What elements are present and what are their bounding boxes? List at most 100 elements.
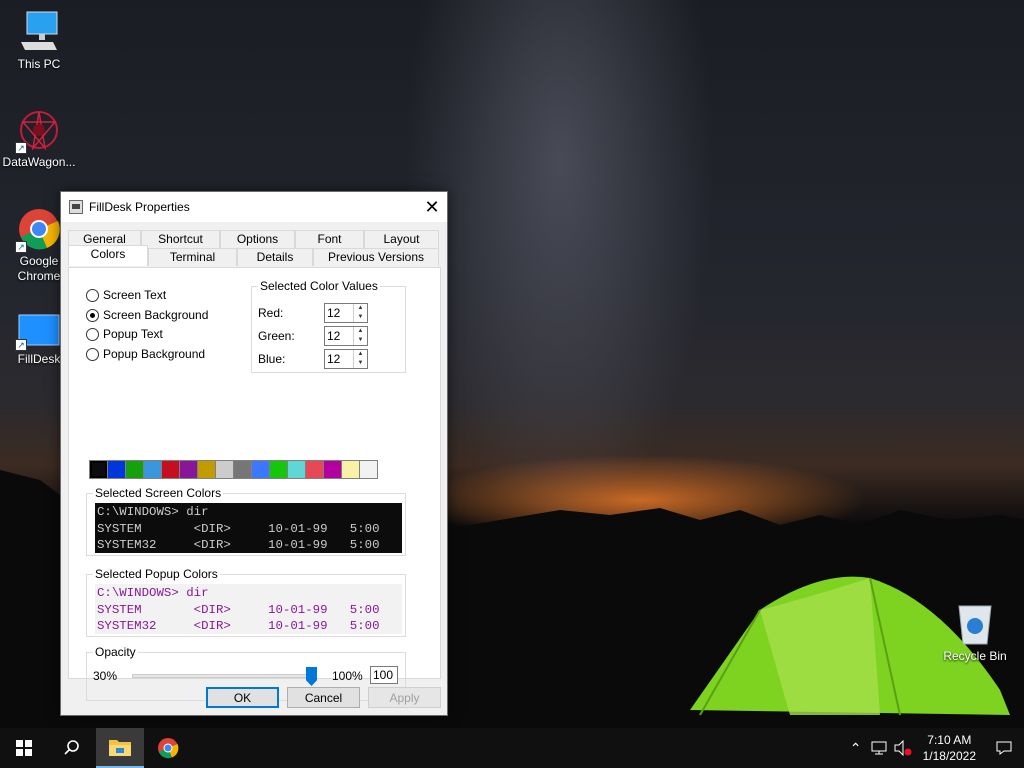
shortcut-arrow-icon: ↗ xyxy=(15,241,27,253)
radio-button[interactable] xyxy=(86,308,99,322)
cancel-button[interactable]: Cancel xyxy=(287,687,360,708)
green-input[interactable] xyxy=(325,327,353,345)
preview-line: SYSTEM <DIR> 10-01-99 5:00 xyxy=(97,521,380,536)
blue-row: Blue: ▲▼ xyxy=(258,349,368,369)
tab-shortcut[interactable]: Shortcut xyxy=(141,230,220,248)
search-button[interactable] xyxy=(48,728,96,768)
color-swatch[interactable] xyxy=(323,460,342,479)
color-swatch[interactable] xyxy=(233,460,252,479)
color-swatch[interactable] xyxy=(251,460,270,479)
opacity-max-label: 100% xyxy=(332,669,363,683)
radio-button[interactable] xyxy=(86,347,99,361)
red-label: Red: xyxy=(258,306,284,320)
tab-colors[interactable]: Colors xyxy=(68,245,148,266)
window-title: FillDesk Properties xyxy=(89,200,190,214)
preview-line: SYSTEM32 <DIR> 10-01-99 5:00 xyxy=(97,538,380,552)
search-icon xyxy=(64,740,79,755)
spin-down-icon[interactable]: ▼ xyxy=(354,313,367,322)
red-row: Red: ▲▼ xyxy=(258,303,368,323)
group-legend: Selected Popup Colors xyxy=(95,567,218,581)
tab-details[interactable]: Details xyxy=(237,248,313,266)
red-input[interactable] xyxy=(325,304,353,322)
opacity-value-input[interactable] xyxy=(370,666,398,684)
properties-window: FillDesk Properties ✕ General Shortcut O… xyxy=(60,191,448,716)
spin-down-icon[interactable]: ▼ xyxy=(354,359,367,368)
color-swatch[interactable] xyxy=(161,460,180,479)
radio-button[interactable] xyxy=(86,327,99,341)
close-icon[interactable]: ✕ xyxy=(417,192,447,222)
computer-icon xyxy=(17,10,61,54)
desktop-icon-datawagon[interactable]: ↗ DataWagon... xyxy=(0,108,78,169)
taskbar-file-explorer[interactable] xyxy=(96,728,144,768)
color-swatch[interactable] xyxy=(341,460,360,479)
color-swatch[interactable] xyxy=(107,460,126,479)
color-swatch[interactable] xyxy=(143,460,162,479)
shortcut-arrow-icon: ↗ xyxy=(15,142,27,154)
popup-colors-preview: C:\WINDOWS> dir SYSTEM <DIR> 10-01-99 5:0… xyxy=(95,584,402,634)
group-legend: Selected Screen Colors xyxy=(95,486,222,500)
color-swatch[interactable] xyxy=(197,460,216,479)
spin-up-icon[interactable]: ▲ xyxy=(354,350,367,359)
taskbar: ⌃ 7:10 AM 1/18/2022 xyxy=(0,728,1024,768)
radio-screen-text[interactable]: Screen Text xyxy=(86,288,166,302)
group-legend: Opacity xyxy=(95,645,136,659)
recycle-bin-icon xyxy=(955,602,995,646)
blue-input[interactable] xyxy=(325,350,353,368)
tab-layout[interactable]: Layout xyxy=(364,230,439,248)
notifications-icon[interactable] xyxy=(984,740,1024,756)
green-label: Green: xyxy=(258,329,295,343)
chrome-icon: ↗ xyxy=(15,207,61,253)
colors-tab-panel: Screen Text Screen Background Popup Text… xyxy=(68,267,441,701)
opacity-slider-thumb[interactable] xyxy=(306,667,317,686)
green-row: Green: ▲▼ xyxy=(258,326,368,346)
apply-button[interactable]: Apply xyxy=(368,687,441,708)
blue-label: Blue: xyxy=(258,352,286,366)
color-swatch[interactable] xyxy=(215,460,234,479)
clock-date: 1/18/2022 xyxy=(922,749,976,763)
desktop-icon-label: Recycle Bin xyxy=(943,649,1007,663)
tab-options[interactable]: Options xyxy=(220,230,295,248)
window-titlebar[interactable]: FillDesk Properties ✕ xyxy=(61,192,447,222)
opacity-slider-track[interactable] xyxy=(132,674,317,678)
green-spinner[interactable]: ▲▼ xyxy=(324,326,368,346)
screen-colors-preview: C:\WINDOWS> dir SYSTEM <DIR> 10-01-99 5:0… xyxy=(95,503,402,553)
color-swatch[interactable] xyxy=(305,460,324,479)
blue-spinner[interactable]: ▲▼ xyxy=(324,349,368,369)
tab-terminal[interactable]: Terminal xyxy=(148,248,237,266)
desktop-icon-this-pc[interactable]: This PC xyxy=(0,10,78,71)
windows-logo-icon xyxy=(16,740,32,756)
color-swatch[interactable] xyxy=(89,460,108,479)
radio-screen-background[interactable]: Screen Background xyxy=(86,308,208,322)
radio-popup-background[interactable]: Popup Background xyxy=(86,347,205,361)
color-swatch[interactable] xyxy=(269,460,288,479)
chrome-icon xyxy=(158,738,179,759)
radio-label: Popup Text xyxy=(103,327,163,341)
ok-button[interactable]: OK xyxy=(206,687,279,708)
spin-up-icon[interactable]: ▲ xyxy=(354,304,367,313)
spin-down-icon[interactable]: ▼ xyxy=(354,336,367,345)
chevron-up-icon[interactable]: ⌃ xyxy=(845,740,867,757)
start-button[interactable] xyxy=(0,728,48,768)
desktop-icon-recycle-bin[interactable]: Recycle Bin xyxy=(936,602,1014,663)
clock-time: 7:10 AM xyxy=(927,733,972,747)
volume-muted-icon[interactable] xyxy=(891,740,915,756)
shortcut-arrow-icon: ↗ xyxy=(15,339,27,351)
selected-screen-colors-group: Selected Screen Colors C:\WINDOWS> dir SY… xyxy=(86,486,406,556)
opacity-min-label: 30% xyxy=(93,669,118,683)
radio-button[interactable] xyxy=(86,288,99,302)
radio-label: Popup Background xyxy=(103,347,206,361)
color-swatch[interactable] xyxy=(287,460,306,479)
red-spinner[interactable]: ▲▼ xyxy=(324,303,368,323)
color-swatch[interactable] xyxy=(359,460,378,479)
taskbar-chrome[interactable] xyxy=(144,728,192,768)
spin-up-icon[interactable]: ▲ xyxy=(354,327,367,336)
tab-font[interactable]: Font xyxy=(295,230,364,248)
tab-row-2: Colors Terminal Details Previous Version… xyxy=(68,245,439,266)
radio-popup-text[interactable]: Popup Text xyxy=(86,327,163,341)
color-swatch[interactable] xyxy=(179,460,198,479)
network-icon[interactable] xyxy=(867,741,891,755)
radio-label: Screen Text xyxy=(103,288,167,302)
taskbar-clock[interactable]: 7:10 AM 1/18/2022 xyxy=(915,732,984,764)
color-swatch[interactable] xyxy=(125,460,144,479)
tab-previous-versions[interactable]: Previous Versions xyxy=(313,248,439,266)
